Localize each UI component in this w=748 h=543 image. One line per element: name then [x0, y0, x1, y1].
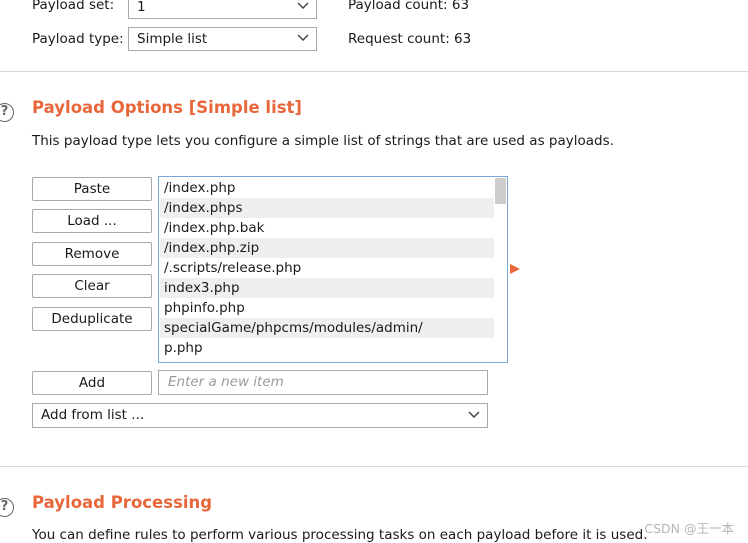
payload-set-label: Payload set: [32, 0, 115, 13]
list-item[interactable]: specialGame/phpcms/modules/admin/ [160, 318, 494, 338]
remove-button[interactable]: Remove [32, 242, 152, 266]
paste-button[interactable]: Paste [32, 177, 152, 201]
list-scrollbar-thumb[interactable] [495, 178, 506, 204]
chevron-down-icon [297, 2, 309, 10]
load-button[interactable]: Load ... [32, 209, 152, 233]
request-count-text: Request count: 63 [348, 31, 472, 47]
payload-processing-title: Payload Processing [32, 493, 213, 512]
list-item[interactable]: /index.phps [160, 198, 494, 218]
payload-options-description: This payload type lets you configure a s… [32, 133, 614, 149]
list-item[interactable]: /index.php.zip [160, 238, 494, 258]
payload-set-value: 1 [137, 0, 146, 15]
clear-button[interactable]: Clear [32, 274, 152, 298]
list-item[interactable]: phpinfo.php [160, 298, 494, 318]
list-item[interactable]: /index.php.bak [160, 218, 494, 238]
add-button[interactable]: Add [32, 371, 152, 395]
payload-type-select[interactable]: Simple list [128, 27, 317, 51]
deduplicate-button[interactable]: Deduplicate [32, 307, 152, 331]
section-divider [0, 466, 748, 467]
payload-type-value: Simple list [137, 31, 208, 47]
chevron-down-icon [468, 411, 480, 419]
payload-set-select[interactable]: 1 [128, 0, 317, 19]
new-item-input[interactable]: Enter a new item [158, 370, 488, 395]
list-item[interactable]: index3.php [160, 278, 494, 298]
expand-arrow-icon[interactable] [510, 264, 521, 275]
payload-options-title: Payload Options [Simple list] [32, 98, 302, 117]
add-from-list-select[interactable]: Add from list ... [32, 403, 488, 428]
section-divider [0, 71, 748, 72]
list-item[interactable]: /index.php [160, 178, 494, 198]
list-item[interactable]: /.scripts/release.php [160, 258, 494, 278]
payload-processing-description: You can define rules to perform various … [32, 527, 648, 543]
chevron-down-icon [297, 34, 309, 42]
payload-list[interactable]: /index.php /index.phps /index.php.bak /i… [158, 176, 508, 363]
watermark: CSDN @王一本 [644, 521, 734, 536]
help-icon[interactable]: ? [0, 103, 14, 122]
payload-type-label: Payload type: [32, 31, 124, 47]
add-from-list-value: Add from list ... [41, 407, 145, 423]
list-item[interactable]: p.php [160, 338, 494, 358]
help-icon[interactable]: ? [0, 498, 14, 517]
payload-count-text: Payload count: 63 [348, 0, 470, 13]
